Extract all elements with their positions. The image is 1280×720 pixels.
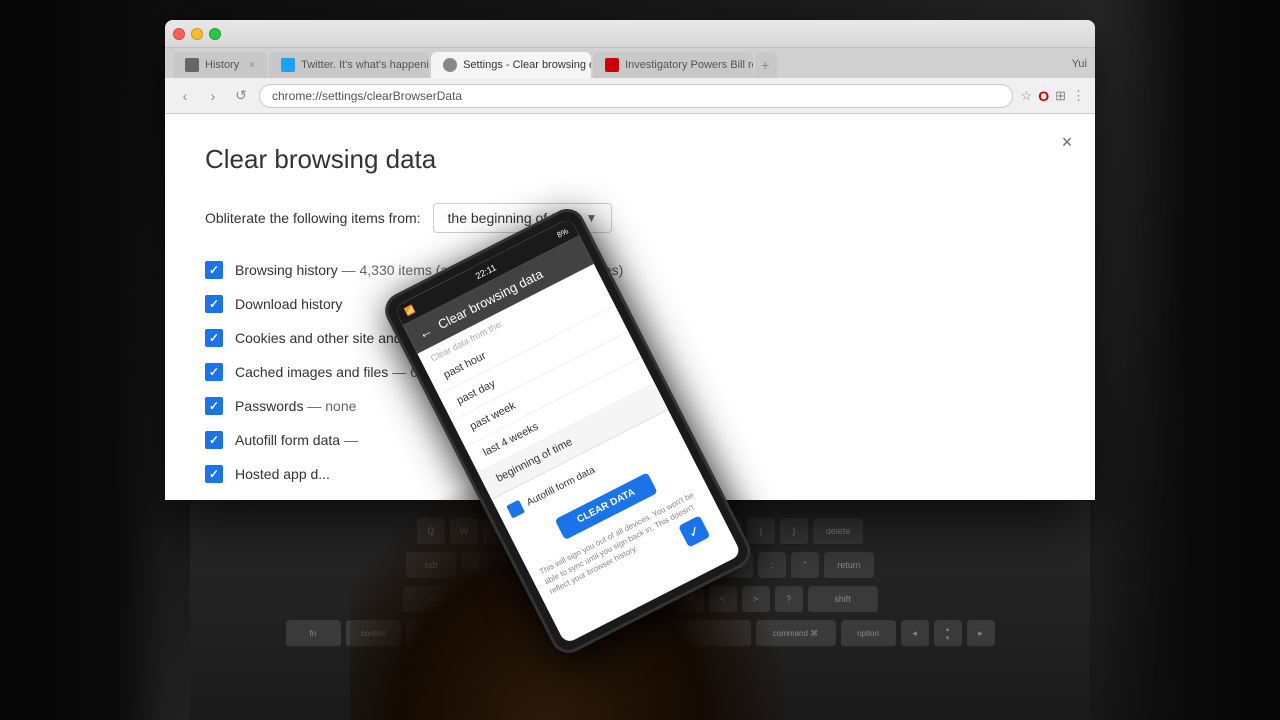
title-bar: Yui xyxy=(165,20,1095,48)
menu-icon[interactable]: ⋮ xyxy=(1072,88,1085,104)
dialog-title: Clear browsing data xyxy=(205,144,1055,175)
tab-settings[interactable]: Settings - Clear browsing data × xyxy=(431,52,591,78)
tab-investigatory[interactable]: Investigatory Powers Bill rece... × xyxy=(593,52,753,78)
url-bar[interactable]: chrome://settings/clearBrowserData xyxy=(259,84,1013,108)
close-window-button[interactable] xyxy=(173,28,185,40)
username-display: Yui xyxy=(1072,58,1087,70)
minimize-window-button[interactable] xyxy=(191,28,203,40)
key-left[interactable]: ◂ xyxy=(901,620,929,648)
checkbox-passwords-control[interactable]: ✓ xyxy=(205,397,223,415)
tab-favicon-history xyxy=(185,58,199,72)
side-overlay-left xyxy=(0,0,165,720)
dialog-close-button[interactable]: × xyxy=(1055,130,1079,154)
obliterate-row: Obliterate the following items from: the… xyxy=(205,203,1055,233)
key-right[interactable]: ▸ xyxy=(967,620,995,648)
tab-favicon-investigatory xyxy=(605,58,619,72)
checkbox-autofill-label: Autofill form data — xyxy=(235,432,358,448)
checkbox-hosted-app-label: Hosted app d... xyxy=(235,466,330,482)
tab-history[interactable]: History × xyxy=(173,52,267,78)
checkbox-cookies-control[interactable]: ✓ xyxy=(205,329,223,347)
tab-twitter-label: Twitter. It's what's happening. xyxy=(301,59,429,71)
checkbox-hosted-app-control[interactable]: ✓ xyxy=(205,465,223,483)
checkbox-browsing-history[interactable]: ✓ Browsing history — 4,330 items (and mo… xyxy=(205,261,1055,279)
address-bar: ‹ › ↺ chrome://settings/clearBrowserData… xyxy=(165,78,1095,114)
checkbox-download-history-label: Download history xyxy=(235,296,342,312)
checkbox-autofill-control[interactable]: ✓ xyxy=(205,431,223,449)
checkbox-cached-control[interactable]: ✓ xyxy=(205,363,223,381)
checkbox-passwords-label: Passwords — none xyxy=(235,398,356,414)
toolbar-icons: ☆ O ⊞ ⋮ xyxy=(1021,88,1085,104)
phone-battery: 8% xyxy=(555,226,569,239)
dropdown-arrow-icon: ▼ xyxy=(586,211,598,225)
key-fn[interactable]: fn xyxy=(286,620,341,648)
phone-checkbox-autofill-control[interactable] xyxy=(506,500,525,519)
forward-button[interactable]: › xyxy=(203,88,223,104)
tab-history-label: History xyxy=(205,59,239,71)
checkbox-download-history-control[interactable]: ✓ xyxy=(205,295,223,313)
phone-carrier: 📶 xyxy=(403,304,416,317)
phone-back-button[interactable]: ← xyxy=(415,322,435,343)
opera-icon[interactable]: O xyxy=(1038,88,1049,104)
url-text: chrome://settings/clearBrowserData xyxy=(272,89,462,103)
tab-favicon-settings xyxy=(443,58,457,72)
tab-settings-label: Settings - Clear browsing data xyxy=(463,59,591,71)
maximize-window-button[interactable] xyxy=(209,28,221,40)
star-icon[interactable]: ☆ xyxy=(1021,88,1033,104)
obliterate-label: Obliterate the following items from: xyxy=(205,210,421,226)
key-updown[interactable]: ▴▾ xyxy=(934,620,962,648)
side-overlay-right xyxy=(1100,0,1280,720)
reload-button[interactable]: ↺ xyxy=(231,87,251,104)
tab-bar: History × Twitter. It's what's happening… xyxy=(165,48,1095,78)
checkbox-browsing-history-control[interactable]: ✓ xyxy=(205,261,223,279)
extensions-icon[interactable]: ⊞ xyxy=(1055,88,1066,104)
back-button[interactable]: ‹ xyxy=(175,88,195,104)
tab-investigatory-label: Investigatory Powers Bill rece... xyxy=(625,59,753,71)
tab-favicon-twitter xyxy=(281,58,295,72)
new-tab-button[interactable]: + xyxy=(755,52,777,78)
tab-history-close[interactable]: × xyxy=(249,60,255,71)
tab-twitter[interactable]: Twitter. It's what's happening. × xyxy=(269,52,429,78)
